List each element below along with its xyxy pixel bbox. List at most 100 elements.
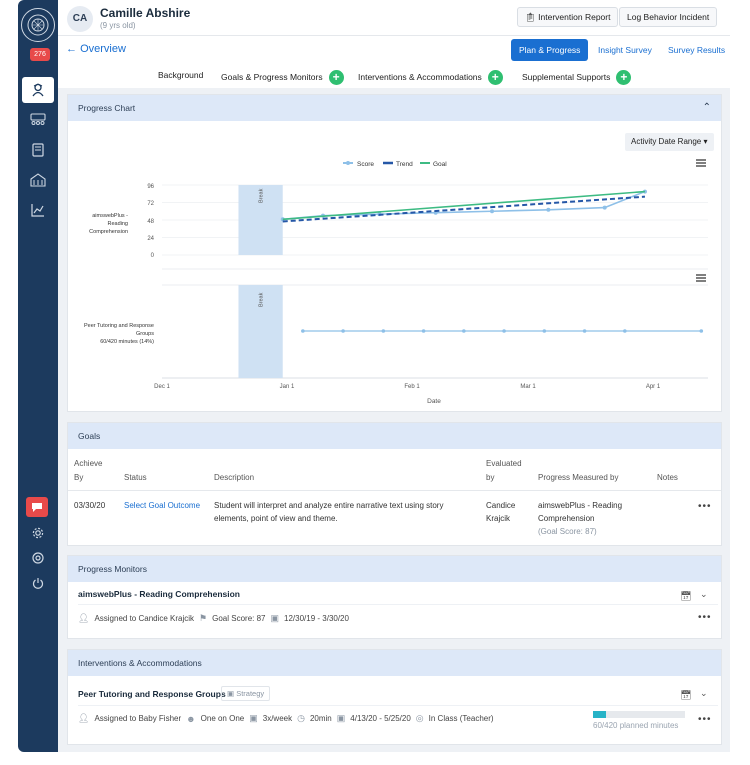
- student-age: (9 yrs old): [100, 21, 136, 30]
- minutes-point: [341, 329, 345, 333]
- y-tick: 96: [147, 184, 154, 190]
- interventions-header: Interventions & Accommodations: [68, 650, 721, 676]
- planned-minutes: 60/420 planned minutes: [593, 721, 679, 730]
- break-label: Break: [259, 292, 265, 307]
- monitor-meta: 👤︎ Assigned to Candice Krajcik ⚑ Goal Sc…: [78, 613, 349, 624]
- col-achieve-by: Achieve By: [74, 459, 103, 482]
- goal-evaluator: Candice Krajcik: [486, 501, 516, 523]
- chart-icon[interactable]: [22, 197, 54, 223]
- col-notes: Notes: [657, 473, 678, 482]
- minutes-point: [699, 329, 704, 333]
- student-icon[interactable]: [22, 77, 54, 103]
- tab-survey-results[interactable]: Survey Results: [660, 39, 733, 61]
- y-tick: 48: [147, 219, 154, 225]
- user-icon: 👤︎: [78, 713, 90, 723]
- intervention-more-icon[interactable]: •••: [698, 714, 712, 725]
- gear-icon[interactable]: [22, 520, 54, 546]
- intervention-dates: 4/13/20 - 5/25/20: [350, 714, 411, 723]
- tab-insight-survey[interactable]: Insight Survey: [590, 39, 660, 61]
- calendar-icon[interactable]: 📅︎: [680, 690, 691, 701]
- y-tick: 72: [147, 201, 154, 207]
- intervention-setting: In Class (Teacher): [428, 714, 494, 723]
- overview-link[interactable]: ← Overview: [66, 43, 126, 55]
- minutes-progress-fill: [593, 711, 606, 718]
- minutes-point: [502, 329, 506, 333]
- score-point: [546, 207, 551, 212]
- minutes-point: [462, 329, 466, 333]
- break-label: Break: [259, 188, 265, 203]
- log-behavior-incident-button[interactable]: Log Behavior Incident: [619, 7, 718, 27]
- date-range-dropdown[interactable]: Activity Date Range ▾: [625, 133, 714, 151]
- plot-area: Break Break: [162, 184, 708, 379]
- select-goal-outcome-link[interactable]: Select Goal Outcome: [124, 499, 200, 512]
- legend-trend: Trend: [396, 161, 413, 168]
- help-icon[interactable]: [22, 545, 54, 571]
- goal-date: 03/30/20: [74, 501, 106, 510]
- avatar: CA: [67, 6, 93, 32]
- legend-score: Score: [357, 161, 374, 168]
- intervention-title[interactable]: Peer Tutoring and Response Groups: [78, 689, 226, 699]
- series2-label-line2: Groups: [136, 331, 154, 337]
- hamburger-icon-2[interactable]: [696, 274, 706, 282]
- student-header: CA Camille Abshire (9 yrs old) 📋︎ Interv…: [58, 0, 730, 36]
- subnav-goals[interactable]: Goals & Progress Monitors +: [221, 70, 344, 85]
- interventions-card: Interventions & Accommodations Peer Tuto…: [67, 649, 722, 745]
- x-tick: Apr 1: [646, 384, 661, 390]
- progress-chart-header[interactable]: Progress Chart ⌃: [68, 95, 721, 121]
- chart-legend: Score Trend Goal: [343, 161, 447, 168]
- goal-more-icon[interactable]: •••: [698, 501, 712, 512]
- subnav-supports[interactable]: Supplemental Supports +: [522, 70, 632, 85]
- strategy-icon: ▣: [227, 689, 235, 698]
- add-goal-icon[interactable]: +: [328, 70, 344, 85]
- subnav-background[interactable]: Background: [158, 70, 203, 80]
- logo-icon[interactable]: [21, 8, 55, 42]
- intervention-meta: 👤︎ Assigned to Baby Fisher ☻ One on One …: [78, 713, 494, 724]
- school-icon[interactable]: [22, 167, 54, 193]
- monitor-dates: 12/30/19 - 3/30/20: [284, 614, 349, 623]
- calendar-small-icon: ▣: [270, 613, 280, 623]
- add-intervention-icon[interactable]: +: [487, 70, 503, 85]
- monitor-goal-score: Goal Score: 87: [212, 614, 266, 623]
- calendar-icon[interactable]: 📅︎: [680, 591, 691, 602]
- intervention-duration: 20min: [309, 714, 332, 723]
- caret-down-icon: ▾: [703, 137, 708, 146]
- group-icon[interactable]: [22, 107, 54, 133]
- x-axis-label: Date: [427, 398, 441, 405]
- chat-icon[interactable]: [26, 497, 48, 517]
- intervention-report-button[interactable]: 📋︎ Intervention Report: [517, 7, 619, 27]
- add-support-icon[interactable]: +: [616, 70, 632, 85]
- legend-goal: Goal: [433, 161, 447, 168]
- x-tick: Mar 1: [520, 384, 536, 390]
- goal-description: Student will interpret and analyze entir…: [214, 501, 444, 523]
- x-tick: Dec 1: [154, 384, 170, 390]
- location-icon: ◎: [415, 713, 424, 723]
- minutes-point: [582, 329, 587, 333]
- user-icon: 👤︎: [78, 613, 90, 623]
- minutes-point: [381, 329, 386, 333]
- subnav-interventions[interactable]: Interventions & Accommodations +: [358, 70, 503, 85]
- series1-label-line2: Reading: [108, 221, 129, 227]
- tab-plan-progress[interactable]: Plan & Progress: [511, 39, 589, 61]
- progress-chart-card: Progress Chart ⌃ Activity Date Range ▾ S…: [67, 94, 722, 412]
- score-point: [602, 205, 607, 210]
- strategy-tag: ▣ Strategy: [221, 686, 271, 701]
- chevron-down-icon[interactable]: ⌄: [700, 589, 708, 600]
- chevron-up-icon[interactable]: ⌃: [703, 95, 711, 121]
- hamburger-icon[interactable]: [696, 159, 706, 167]
- power-icon[interactable]: [22, 570, 54, 596]
- progress-chart: Score Trend Goal aimswebPlus - Reading C…: [84, 159, 708, 405]
- monitor-more-icon[interactable]: •••: [698, 612, 712, 623]
- progress-monitors-header: Progress Monitors: [68, 556, 721, 582]
- book-icon[interactable]: [22, 137, 54, 163]
- monitor-title[interactable]: aimswebPlus - Reading Comprehension: [78, 589, 240, 599]
- monitor-assigned: Assigned to Candice Krajcik: [94, 614, 195, 623]
- chevron-down-icon[interactable]: ⌄: [700, 688, 708, 699]
- calendar-range-icon: ▣: [336, 713, 346, 723]
- col-description: Description: [214, 473, 255, 482]
- clock-icon: ◷: [297, 713, 305, 723]
- x-tick: Feb 1: [404, 384, 420, 390]
- intervention-format: One on One: [200, 714, 245, 723]
- x-tick: Jan 1: [280, 384, 295, 390]
- goals-header: Goals: [68, 423, 721, 449]
- notification-badge[interactable]: 276: [30, 48, 50, 61]
